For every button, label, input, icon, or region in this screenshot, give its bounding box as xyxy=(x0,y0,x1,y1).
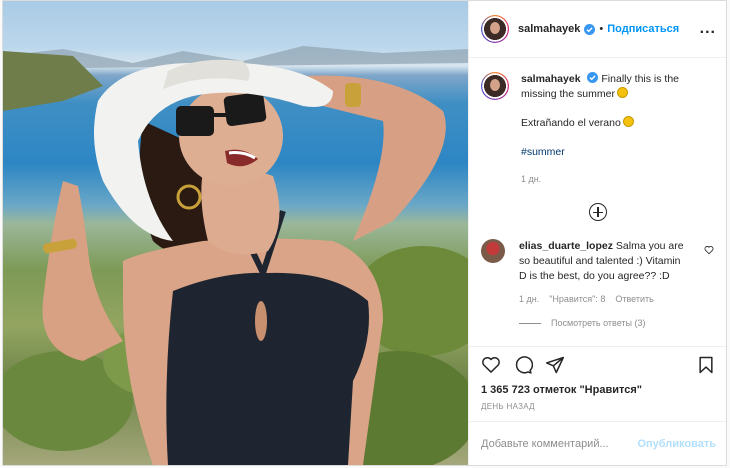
post-header: salmahayek • Подписаться ... xyxy=(469,1,726,58)
caption-body: salmahayek Finally this is the missing t… xyxy=(521,72,691,187)
load-more-comments-icon[interactable] xyxy=(588,203,607,221)
verified-badge-icon xyxy=(587,72,599,83)
caption-line2-text: Extrañando el verano xyxy=(521,117,621,129)
caption-line2: Extrañando el verano xyxy=(521,116,691,131)
add-comment-bar: Опубликовать xyxy=(469,421,726,465)
separator-dot: • xyxy=(599,23,604,35)
add-comment-input[interactable] xyxy=(481,437,638,450)
author-avatar[interactable] xyxy=(481,15,509,43)
commenter-avatar[interactable] xyxy=(481,239,505,263)
comment-time[interactable]: 1 дн. xyxy=(519,294,539,304)
instagram-post: salmahayek • Подписаться ... salmahayek … xyxy=(2,0,727,466)
comment-body: elias_duarte_lopez Salma you are so beau… xyxy=(519,239,689,284)
comment-likes[interactable]: "Нравится": 8 xyxy=(549,294,605,304)
caption-username[interactable]: salmahayek xyxy=(521,73,581,85)
view-replies-button[interactable]: Посмотреть ответы (3) xyxy=(519,318,714,328)
comment-like-heart-icon[interactable] xyxy=(704,245,714,255)
sun-emoji-icon xyxy=(616,87,628,98)
commenter-username[interactable]: elias_duarte_lopez xyxy=(519,240,613,252)
likes-count[interactable]: 1 365 723 отметок "Нравится" xyxy=(481,384,716,396)
author-username[interactable]: salmahayek xyxy=(518,23,580,35)
follow-button[interactable]: Подписаться xyxy=(607,23,679,35)
caption: salmahayek Finally this is the missing t… xyxy=(481,72,714,187)
verified-badge-icon xyxy=(584,23,596,35)
photo-illustration xyxy=(3,46,468,465)
post-photo[interactable] xyxy=(3,1,468,465)
comment-item: elias_duarte_lopez Salma you are so beau… xyxy=(481,239,714,284)
caption-author-avatar[interactable] xyxy=(481,72,509,100)
comment-icon[interactable] xyxy=(513,355,533,375)
more-options-icon[interactable]: ... xyxy=(700,21,716,37)
post-date[interactable]: ДЕНЬ НАЗАД xyxy=(481,402,716,411)
caption-time[interactable]: 1 дн. xyxy=(521,172,691,187)
publish-button[interactable]: Опубликовать xyxy=(637,438,716,450)
heart-icon[interactable] xyxy=(481,355,501,375)
comments-area[interactable]: salmahayek Finally this is the missing t… xyxy=(469,58,726,346)
post-side-panel: salmahayek • Подписаться ... salmahayek … xyxy=(468,1,726,465)
bookmark-icon[interactable] xyxy=(696,355,716,375)
post-actions: 1 365 723 отметок "Нравится" ДЕНЬ НАЗАД xyxy=(469,346,726,421)
reply-button[interactable]: Ответить xyxy=(615,294,653,304)
sun-emoji-icon xyxy=(622,116,634,127)
comment-meta: 1 дн. "Нравится": 8 Ответить xyxy=(519,294,714,304)
action-icons xyxy=(481,355,716,375)
paper-plane-icon[interactable] xyxy=(545,355,565,375)
hashtag-link[interactable]: #summer xyxy=(521,145,691,160)
